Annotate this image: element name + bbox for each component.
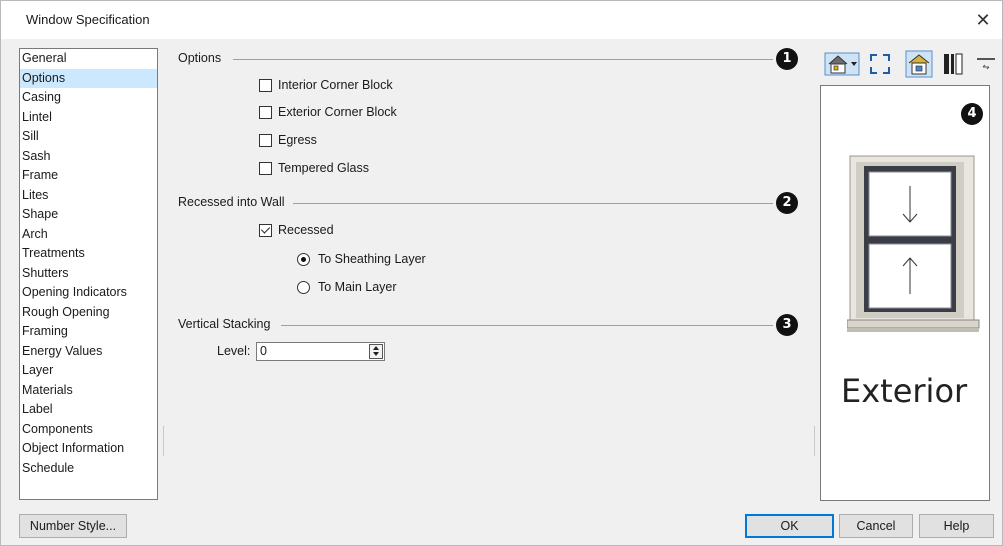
- interior-corner-block-checkbox[interactable]: Interior Corner Block: [259, 78, 393, 92]
- wall-section-icon[interactable]: [940, 49, 966, 79]
- checkbox-label: Tempered Glass: [278, 161, 370, 175]
- level-value[interactable]: 0: [260, 344, 267, 358]
- nav-item-general[interactable]: General: [20, 49, 157, 69]
- fill-window-icon[interactable]: [867, 49, 893, 79]
- nav-item-framing[interactable]: Framing: [20, 322, 157, 342]
- nav-item-lites[interactable]: Lites: [20, 186, 157, 206]
- category-list[interactable]: General Options Casing Lintel Sill Sash Frame L…: [19, 48, 158, 500]
- nav-item-schedule[interactable]: Schedule: [20, 459, 157, 479]
- nav-item-opening-indicators[interactable]: Opening Indicators: [20, 283, 157, 303]
- egress-checkbox[interactable]: Egress: [259, 133, 317, 147]
- view-caption: Exterior: [841, 372, 968, 410]
- toggle-panel-icon[interactable]: [974, 49, 998, 79]
- checkbox-label: Exterior Corner Block: [278, 105, 397, 119]
- left-splitter[interactable]: [163, 426, 164, 456]
- title-bar: Window Specification ✕: [1, 1, 1002, 39]
- close-icon[interactable]: ✕: [970, 7, 996, 33]
- nav-item-sash[interactable]: Sash: [20, 147, 157, 167]
- recessed-section-label: Recessed into Wall: [178, 195, 285, 209]
- help-button[interactable]: Help: [919, 514, 994, 538]
- nav-item-components[interactable]: Components: [20, 420, 157, 440]
- ok-button[interactable]: OK: [745, 514, 834, 538]
- window-preview-image: [847, 155, 980, 332]
- to-sheathing-layer-radio[interactable]: To Sheathing Layer: [297, 252, 426, 266]
- nav-item-energy-values[interactable]: Energy Values: [20, 342, 157, 362]
- callout-badge-1: 1: [776, 48, 798, 70]
- exterior-corner-block-checkbox[interactable]: Exterior Corner Block: [259, 105, 397, 119]
- spin-arrows-icon[interactable]: [369, 344, 383, 359]
- nav-item-layer[interactable]: Layer: [20, 361, 157, 381]
- tempered-glass-checkbox[interactable]: Tempered Glass: [259, 161, 369, 175]
- nav-item-options[interactable]: Options: [20, 68, 157, 88]
- radio-label: To Main Layer: [318, 280, 397, 294]
- level-spinner[interactable]: 0: [256, 342, 385, 361]
- nav-item-shutters[interactable]: Shutters: [20, 264, 157, 284]
- callout-badge-4: 4: [961, 103, 983, 125]
- to-main-layer-radio[interactable]: To Main Layer: [297, 280, 397, 294]
- options-section-label: Options: [178, 51, 222, 65]
- recessed-divider: [293, 203, 773, 204]
- recessed-checkbox[interactable]: Recessed: [259, 223, 334, 237]
- cancel-button[interactable]: Cancel: [839, 514, 913, 538]
- checkbox-box[interactable]: [259, 161, 272, 175]
- color-view-icon[interactable]: [904, 49, 934, 79]
- nav-item-label[interactable]: Label: [20, 400, 157, 420]
- callout-badge-2: 2: [776, 192, 798, 214]
- checkbox-label: Recessed: [278, 223, 334, 237]
- checkbox-label: Interior Corner Block: [278, 78, 393, 92]
- vertical-stacking-section-label: Vertical Stacking: [178, 317, 271, 331]
- checkbox-box[interactable]: [259, 223, 272, 237]
- checkbox-box[interactable]: [259, 105, 272, 119]
- checkbox-label: Egress: [278, 133, 317, 147]
- number-style-button[interactable]: Number Style...: [19, 514, 127, 538]
- preview-panel: 4 Exterior: [820, 85, 990, 501]
- nav-item-casing[interactable]: Casing: [20, 88, 157, 108]
- options-divider: [233, 59, 773, 60]
- view-house-dropdown-icon[interactable]: [823, 49, 861, 79]
- dialog-title: Window Specification: [26, 12, 150, 27]
- nav-item-materials[interactable]: Materials: [20, 381, 157, 401]
- checkbox-box[interactable]: [259, 133, 272, 147]
- window-specification-dialog: Window Specification ✕ General Options Cas…: [0, 0, 1003, 546]
- nav-item-sill[interactable]: Sill: [20, 127, 157, 147]
- nav-item-frame[interactable]: Frame: [20, 166, 157, 186]
- nav-item-lintel[interactable]: Lintel: [20, 108, 157, 128]
- right-splitter[interactable]: [814, 426, 815, 456]
- radio-label: To Sheathing Layer: [318, 252, 426, 266]
- nav-item-object-information[interactable]: Object Information: [20, 439, 157, 459]
- radio-dot[interactable]: [297, 280, 310, 294]
- level-label: Level:: [217, 344, 251, 358]
- nav-item-shape[interactable]: Shape: [20, 205, 157, 225]
- radio-dot[interactable]: [297, 252, 310, 266]
- nav-item-rough-opening[interactable]: Rough Opening: [20, 303, 157, 323]
- nav-item-arch[interactable]: Arch: [20, 225, 157, 245]
- callout-badge-3: 3: [776, 314, 798, 336]
- nav-item-treatments[interactable]: Treatments: [20, 244, 157, 264]
- stacking-divider: [281, 325, 773, 326]
- checkbox-box[interactable]: [259, 78, 272, 92]
